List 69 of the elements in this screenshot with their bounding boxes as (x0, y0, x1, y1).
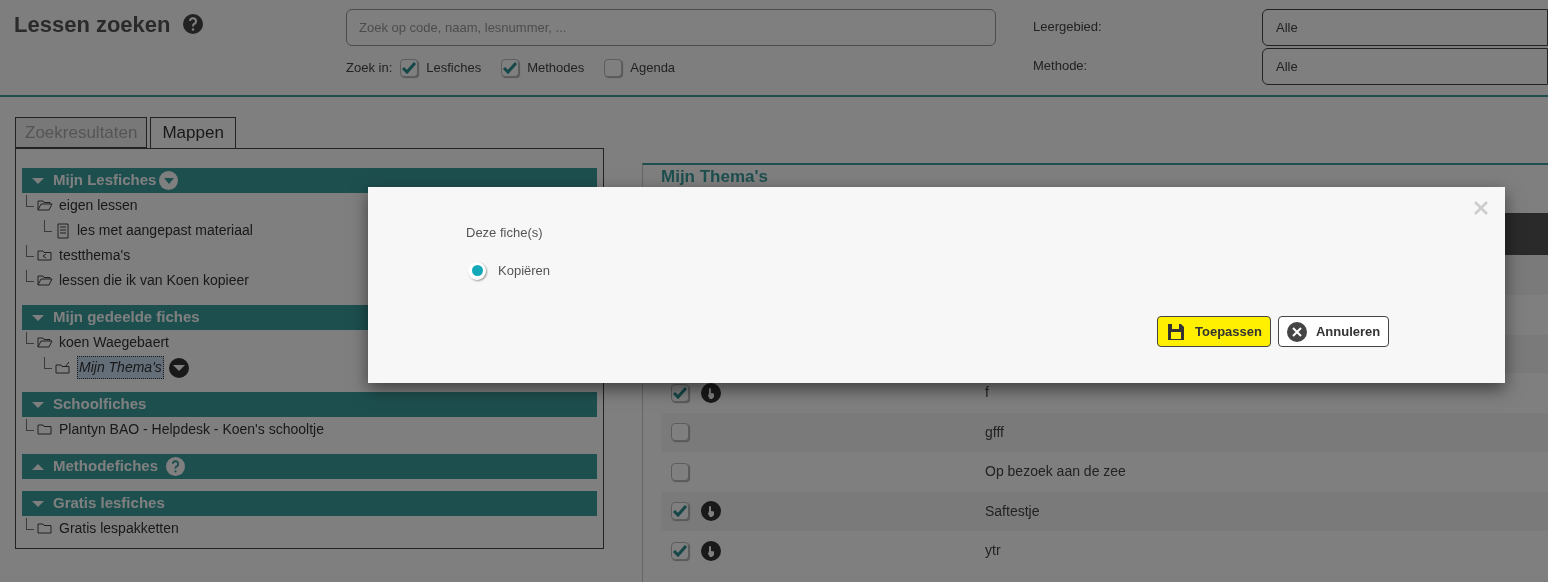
apply-button[interactable]: Toepassen (1157, 316, 1271, 347)
tree-item[interactable]: koen Waegebaert (59, 332, 169, 353)
page-title: Lessen zoeken (14, 11, 171, 39)
tree-item[interactable]: Plantyn BAO - Helpdesk - Koen's schooltje (59, 419, 324, 440)
save-icon (1166, 321, 1186, 342)
help-icon[interactable] (182, 14, 203, 34)
caret-down-icon (31, 499, 45, 508)
tree-item[interactable]: lessen die ik van Koen kopieer (59, 270, 249, 291)
menu-icon[interactable] (159, 171, 179, 190)
caret-down-icon (31, 176, 45, 185)
open-folder-icon (37, 334, 53, 351)
tree-item[interactable]: Mijn Thema's (77, 356, 164, 379)
shared-folder-icon (37, 247, 53, 264)
close-icon[interactable] (1473, 200, 1489, 216)
checkbox[interactable] (671, 462, 689, 481)
hand-icon[interactable] (701, 382, 721, 403)
search-in-label: Zoek in: (346, 59, 393, 77)
open-folder-icon (37, 197, 53, 214)
tree-item[interactable]: les met aangepast materiaal (77, 220, 253, 241)
filter-label: Methode: (1033, 57, 1089, 75)
section-title: Mijn Lesfiches (53, 170, 157, 191)
tab[interactable]: Mappen (150, 117, 236, 148)
checkbox-label[interactable]: Lesfiches (426, 58, 482, 78)
panel-title: Mijn Thema's (661, 167, 768, 187)
tree-item[interactable]: Gratis lespakketten (59, 518, 179, 539)
section-header[interactable]: Gratis lesfiches (22, 491, 597, 516)
caret-up-icon (31, 462, 45, 471)
checkbox[interactable] (400, 58, 419, 77)
cancel-icon (1286, 321, 1307, 342)
section-header[interactable]: Schoolfiches (22, 392, 597, 417)
row-title: ytr (985, 541, 1001, 561)
dialog-heading: Deze fiche(s) (466, 224, 543, 242)
radio-button[interactable] (468, 261, 486, 280)
section-title: Mijn gedeelde fiches (53, 307, 200, 328)
section-title: Gratis lesfiches (53, 493, 165, 514)
tree-item[interactable]: eigen lessen (59, 195, 138, 216)
section-header[interactable]: Methodefiches (22, 454, 597, 479)
checkbox[interactable] (671, 383, 689, 402)
filter-dropdown[interactable]: Alle (1262, 48, 1548, 85)
row-title: Op bezoek aan de zee (985, 462, 1126, 482)
filter-label: Leergebied: (1033, 18, 1103, 36)
checkbox[interactable] (671, 541, 689, 560)
tree-item[interactable]: testthema's (59, 245, 131, 266)
radio-label[interactable]: Kopiëren (498, 261, 551, 281)
caret-down-icon (31, 313, 45, 322)
open-folder-icon (37, 272, 53, 289)
section-header[interactable]: Mijn Lesfiches (22, 168, 597, 193)
row-title: gfff (985, 422, 1004, 442)
menu-icon[interactable] (168, 357, 189, 378)
row-title: f (985, 383, 989, 403)
table-row[interactable]: Saftestje (661, 491, 1548, 531)
folder-icon (37, 520, 53, 537)
checkbox[interactable] (671, 502, 689, 521)
section-title: Methodefiches (53, 456, 158, 477)
table-row[interactable]: gfff (661, 412, 1548, 452)
section-title: Schoolfiches (53, 394, 147, 415)
row-title: Saftestje (985, 501, 1040, 521)
filter-dropdown[interactable]: Alle (1262, 9, 1548, 46)
folder-icon (55, 359, 71, 376)
checkbox-label[interactable]: Methodes (527, 58, 585, 78)
checkbox[interactable] (671, 423, 689, 442)
checkbox[interactable] (604, 58, 623, 77)
cancel-button[interactable]: Annuleren (1277, 316, 1390, 347)
caret-down-icon (31, 400, 45, 409)
checkbox-label[interactable]: Agenda (630, 58, 676, 78)
help-icon[interactable] (166, 457, 185, 476)
document-icon (55, 222, 71, 239)
folder-icon (37, 421, 53, 438)
checkbox[interactable] (501, 58, 520, 77)
